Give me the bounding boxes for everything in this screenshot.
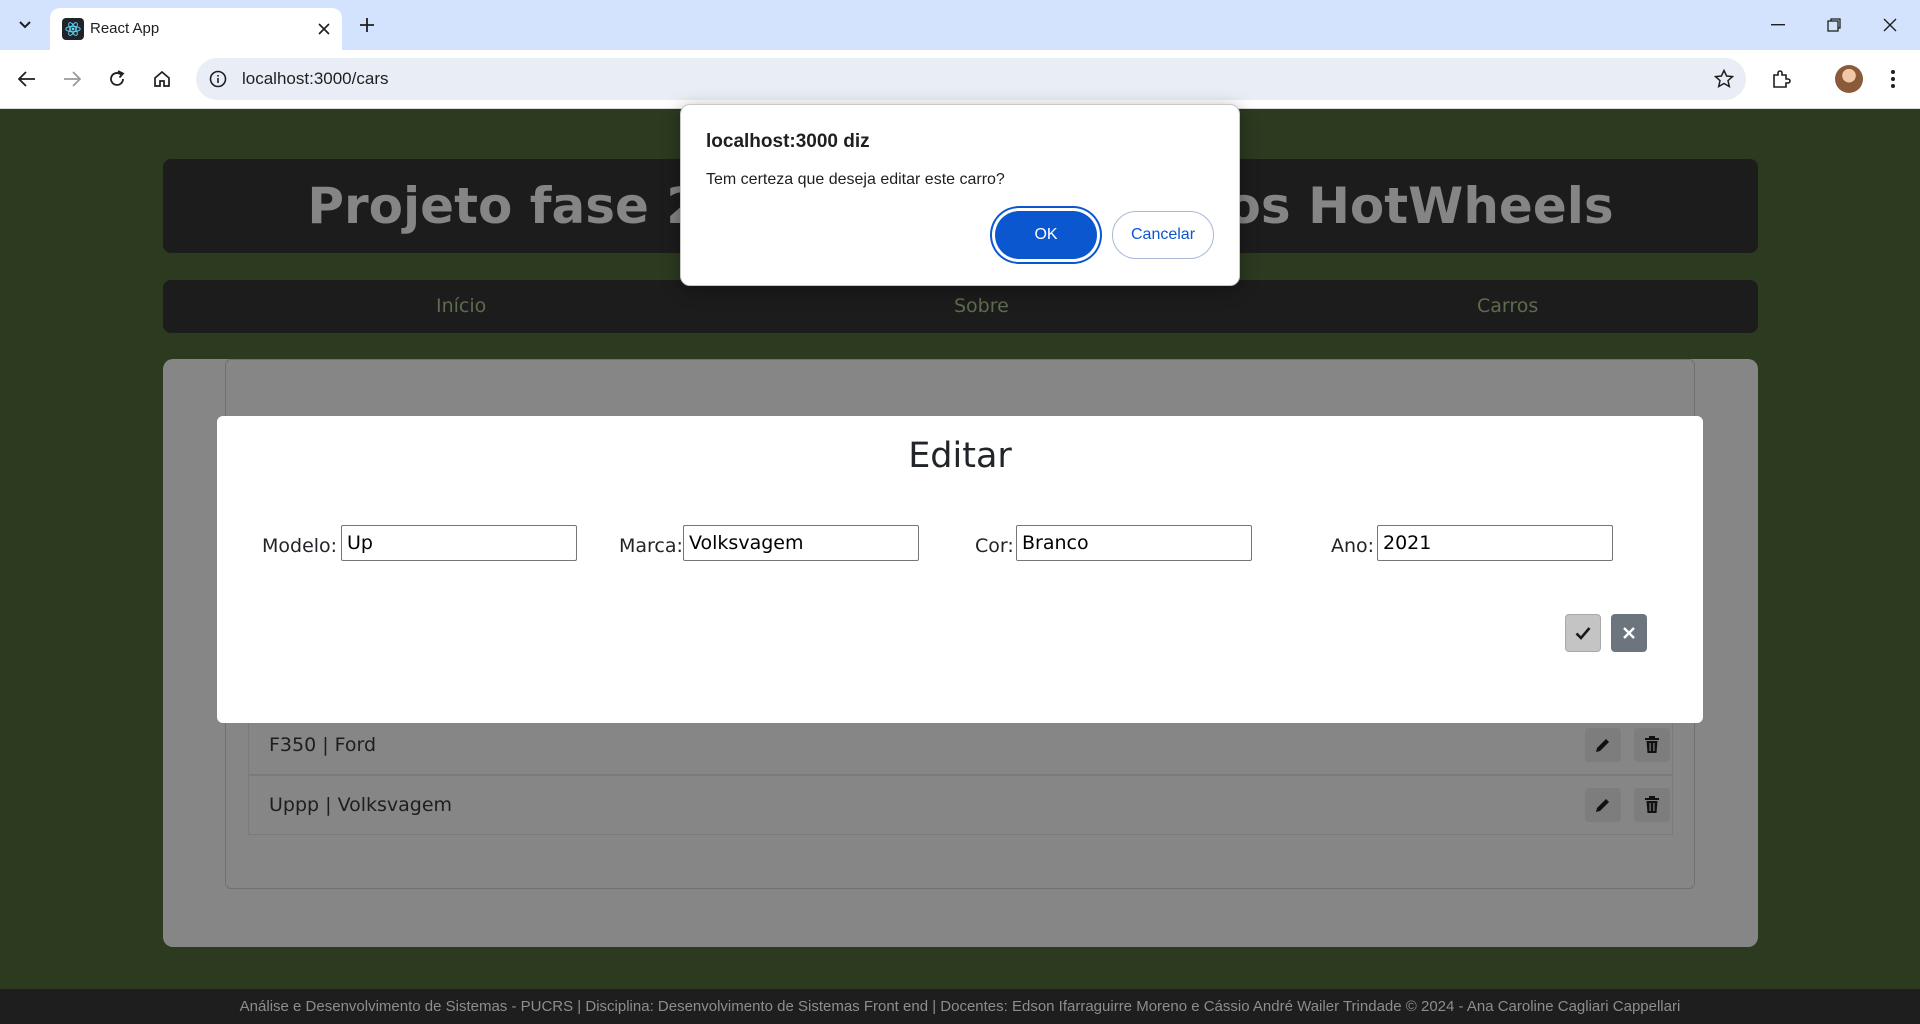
delete-trash-icon[interactable] (1634, 788, 1670, 822)
edit-pencil-icon[interactable] (1585, 728, 1621, 762)
check-icon (1575, 627, 1591, 640)
tab-title: React App (90, 20, 160, 37)
page-content: Projeto fase 2 - CRUD de Carrinhos HotWh… (0, 104, 1920, 1024)
new-tab-plus-icon[interactable] (352, 10, 382, 40)
confirm-dialog: localhost:3000 diz Tem certeza que desej… (680, 104, 1240, 286)
main-nav: Início Sobre Carros (163, 280, 1758, 333)
cancel-x-button[interactable] (1611, 614, 1647, 652)
marca-input[interactable] (683, 525, 919, 561)
nav-link-sobre[interactable]: Sobre (954, 295, 1009, 317)
page-footer: Análise e Desenvolvimento de Sistemas - … (0, 989, 1920, 1024)
close-icon (1623, 627, 1635, 639)
extensions-puzzle-icon[interactable] (1764, 62, 1798, 96)
edit-modal: Editar Modelo: Marca: Cor: Ano: (217, 416, 1703, 723)
dialog-ok-button[interactable]: OK (995, 211, 1097, 259)
tab-close-icon[interactable] (312, 17, 336, 41)
dialog-message: Tem certeza que deseja editar este carro… (706, 171, 1005, 188)
dialog-cancel-button[interactable]: Cancelar (1112, 211, 1214, 259)
browser-menu-icon[interactable] (1876, 62, 1910, 96)
address-bar[interactable]: localhost:3000/cars (196, 58, 1746, 100)
list-item: F350 | Ford (248, 715, 1673, 775)
minimize-icon[interactable] (1750, 0, 1806, 50)
car-label: F350 | Ford (269, 734, 377, 756)
footer-text: Análise e Desenvolvimento de Sistemas - … (239, 998, 1681, 1015)
back-arrow-icon[interactable] (10, 62, 44, 96)
delete-trash-icon[interactable] (1634, 728, 1670, 762)
restore-icon[interactable] (1806, 0, 1862, 50)
confirm-check-button[interactable] (1565, 614, 1601, 652)
react-favicon-icon (62, 18, 84, 40)
edit-pencil-icon[interactable] (1585, 788, 1621, 822)
ano-input[interactable] (1377, 525, 1613, 561)
site-info-icon[interactable] (206, 67, 230, 91)
dialog-title: localhost:3000 diz (706, 131, 870, 152)
window-close-icon[interactable] (1862, 0, 1918, 50)
forward-arrow-icon[interactable] (55, 62, 89, 96)
cor-input[interactable] (1016, 525, 1252, 561)
modelo-label: Modelo: (262, 535, 338, 557)
tab-search-icon[interactable] (10, 10, 40, 40)
reload-icon[interactable] (100, 62, 134, 96)
home-icon[interactable] (145, 62, 179, 96)
nav-link-inicio[interactable]: Início (436, 295, 486, 317)
cor-label: Cor: (975, 535, 1014, 557)
nav-link-carros[interactable]: Carros (1477, 295, 1538, 317)
modal-title: Editar (908, 436, 1012, 476)
list-item: Uppp | Volksvagem (248, 775, 1673, 835)
ano-label: Ano: (1331, 535, 1375, 557)
modelo-input[interactable] (341, 525, 577, 561)
car-label: Uppp | Volksvagem (269, 794, 453, 816)
url-text: localhost:3000/cars (242, 69, 389, 88)
profile-avatar[interactable] (1835, 65, 1863, 93)
marca-label: Marca: (619, 535, 683, 557)
browser-tab-strip: React App (0, 0, 1920, 50)
browser-toolbar: localhost:3000/cars (0, 50, 1920, 109)
browser-tab[interactable]: React App (50, 8, 342, 50)
bookmark-star-icon[interactable] (1712, 67, 1736, 91)
